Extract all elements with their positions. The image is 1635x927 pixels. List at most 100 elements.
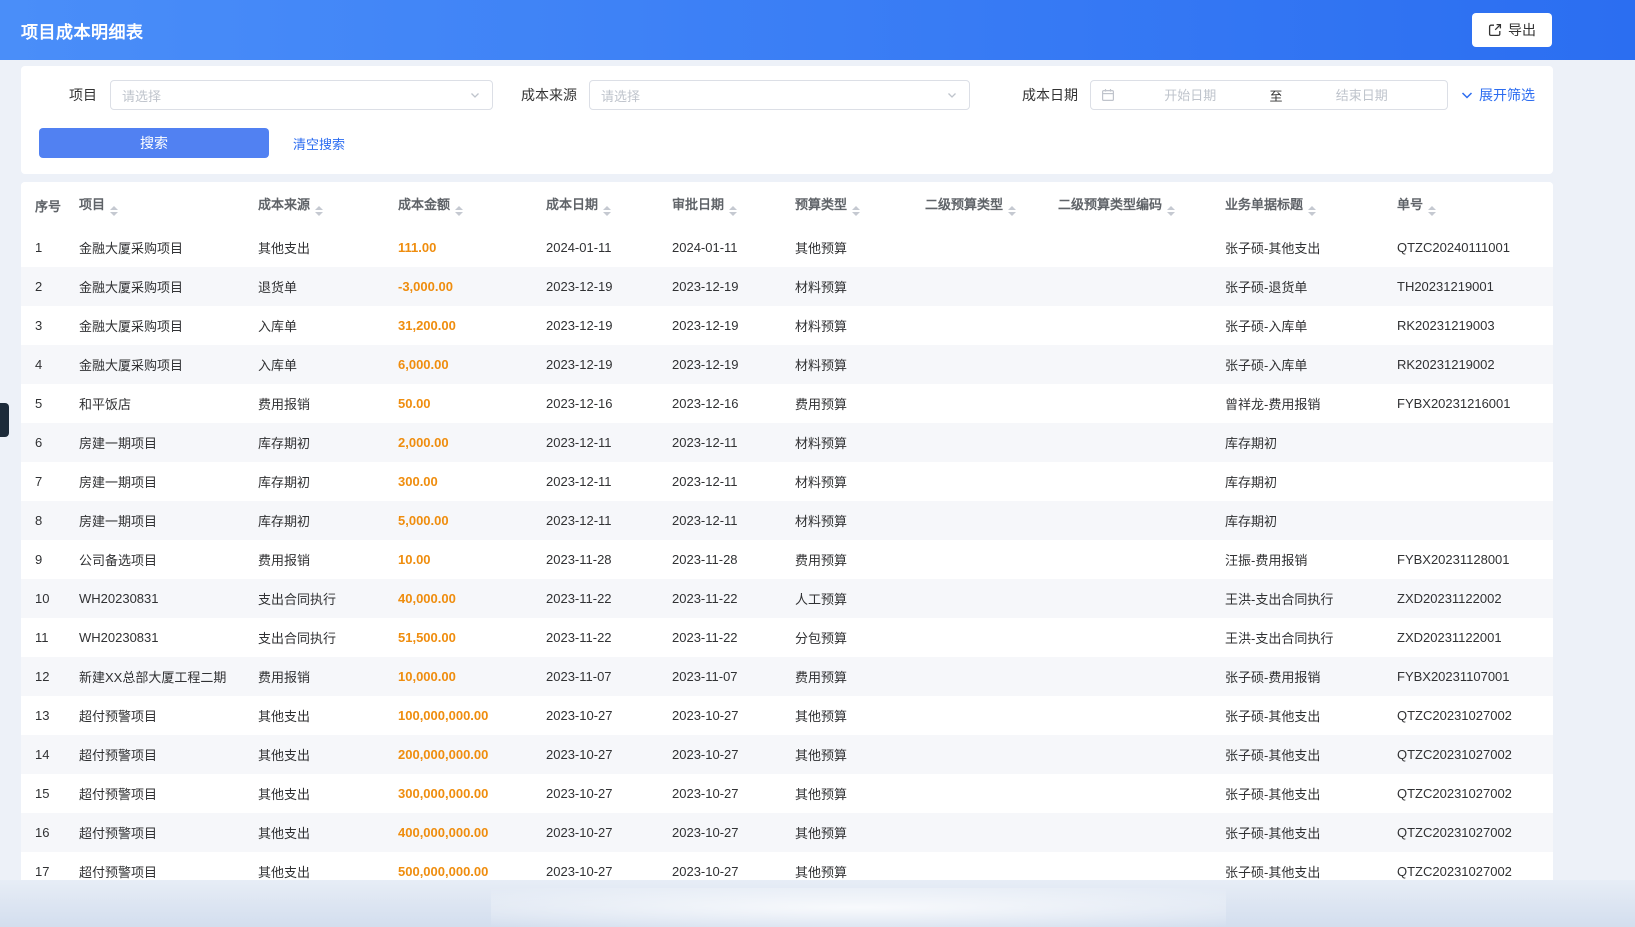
side-drawer-handle[interactable] [0,403,9,437]
sort-icon[interactable] [1008,206,1016,216]
sort-icon[interactable] [852,206,860,216]
column-header-approve-date[interactable]: 审批日期 [658,182,781,228]
cell-index: 8 [21,501,65,540]
sort-icon[interactable] [1428,206,1436,216]
cell-doc-no: QTZC20231027002 [1383,813,1553,852]
cell-index: 15 [21,774,65,813]
table-row[interactable]: 5和平饭店费用报销50.002023-12-162023-12-16费用预算曾祥… [21,384,1553,423]
column-header-label: 单号 [1397,197,1423,212]
sort-icon[interactable] [603,206,611,216]
clear-search-link[interactable]: 清空搜索 [293,134,345,153]
table-row[interactable]: 15超付预警项目其他支出300,000,000.002023-10-272023… [21,774,1553,813]
filter-actions-row: 搜索 清空搜索 [39,128,1535,158]
sort-icon[interactable] [1167,206,1175,216]
cell-approve-date: 2023-11-07 [658,657,781,696]
cell-sub-budget-type [911,228,1044,267]
date-filter-label: 成本日期 [1022,85,1078,105]
chevron-down-icon [1460,88,1474,102]
table-row[interactable]: 14超付预警项目其他支出200,000,000.002023-10-272023… [21,735,1553,774]
start-date-input[interactable] [1115,88,1266,103]
cell-cost-date: 2023-10-27 [532,852,658,882]
table-row[interactable]: 3金融大厦采购项目入库单31,200.002023-12-192023-12-1… [21,306,1553,345]
cell-sub-budget-code [1044,696,1211,735]
table-row[interactable]: 8房建一期项目库存期初5,000.002023-12-112023-12-11材… [21,501,1553,540]
cell-index: 9 [21,540,65,579]
cell-source: 其他支出 [244,852,384,882]
cell-source: 其他支出 [244,228,384,267]
cell-doc-title: 库存期初 [1211,423,1383,462]
table-row[interactable]: 4金融大厦采购项目入库单6,000.002023-12-192023-12-19… [21,345,1553,384]
cell-doc-title: 王洪-支出合同执行 [1211,618,1383,657]
cell-budget-type: 其他预算 [781,852,911,882]
table-row[interactable]: 6房建一期项目库存期初2,000.002023-12-112023-12-11材… [21,423,1553,462]
cell-sub-budget-type [911,501,1044,540]
cell-cost-date: 2023-11-07 [532,657,658,696]
cell-sub-budget-code [1044,306,1211,345]
column-header-amount[interactable]: 成本金额 [384,182,532,228]
table-header-row: 序号项目成本来源成本金额成本日期审批日期预算类型二级预算类型二级预算类型编码业务… [21,182,1553,228]
cell-index: 10 [21,579,65,618]
sort-icon[interactable] [729,206,737,216]
cell-sub-budget-type [911,345,1044,384]
chevron-down-icon [946,89,958,101]
cell-source: 入库单 [244,345,384,384]
table-row[interactable]: 13超付预警项目其他支出100,000,000.002023-10-272023… [21,696,1553,735]
cell-approve-date: 2024-01-11 [658,228,781,267]
cell-cost-date: 2023-11-22 [532,618,658,657]
search-button[interactable]: 搜索 [39,128,269,158]
table-row[interactable]: 16超付预警项目其他支出400,000,000.002023-10-272023… [21,813,1553,852]
cell-amount: 2,000.00 [384,423,532,462]
sort-icon[interactable] [1308,206,1316,216]
cell-project: WH20230831 [65,579,244,618]
source-select[interactable]: 请选择 [589,80,970,110]
sort-icon[interactable] [455,206,463,216]
cell-source: 费用报销 [244,540,384,579]
table-row[interactable]: 12新建XX总部大厦工程二期费用报销10,000.002023-11-07202… [21,657,1553,696]
table-row[interactable]: 11WH20230831支出合同执行51,500.002023-11-22202… [21,618,1553,657]
column-header-label: 成本日期 [546,197,598,212]
cell-amount: 111.00 [384,228,532,267]
cell-sub-budget-type [911,423,1044,462]
column-header-project[interactable]: 项目 [65,182,244,228]
export-button[interactable]: 导出 [1472,13,1552,47]
cell-sub-budget-code [1044,813,1211,852]
cell-source: 支出合同执行 [244,618,384,657]
sort-icon[interactable] [315,206,323,216]
column-header-budget-type[interactable]: 预算类型 [781,182,911,228]
end-date-input[interactable] [1287,88,1438,103]
column-header-sub-budget-code[interactable]: 二级预算类型编码 [1044,182,1211,228]
date-range-picker[interactable]: 至 [1090,80,1448,110]
cell-cost-date: 2023-12-19 [532,267,658,306]
cell-cost-date: 2023-11-28 [532,540,658,579]
cell-doc-title: 曾祥龙-费用报销 [1211,384,1383,423]
cell-budget-type: 材料预算 [781,267,911,306]
cell-cost-date: 2023-11-22 [532,579,658,618]
cell-project: 房建一期项目 [65,462,244,501]
table-row[interactable]: 10WH20230831支出合同执行40,000.002023-11-22202… [21,579,1553,618]
column-header-sub-budget-type[interactable]: 二级预算类型 [911,182,1044,228]
sort-icon[interactable] [110,206,118,216]
cell-doc-title: 张子硕-其他支出 [1211,813,1383,852]
cell-source: 其他支出 [244,696,384,735]
table-row[interactable]: 7房建一期项目库存期初300.002023-12-112023-12-11材料预… [21,462,1553,501]
column-header-source[interactable]: 成本来源 [244,182,384,228]
expand-filters-link[interactable]: 展开筛选 [1460,85,1535,105]
cell-amount: 5,000.00 [384,501,532,540]
cell-cost-date: 2023-10-27 [532,813,658,852]
cell-sub-budget-code [1044,345,1211,384]
table-row[interactable]: 9公司备选项目费用报销10.002023-11-282023-11-28费用预算… [21,540,1553,579]
column-header-doc-no[interactable]: 单号 [1383,182,1553,228]
cell-doc-no: TH20231219001 [1383,267,1553,306]
table-row[interactable]: 1金融大厦采购项目其他支出111.002024-01-112024-01-11其… [21,228,1553,267]
table-row[interactable]: 17超付预警项目其他支出500,000,000.002023-10-272023… [21,852,1553,882]
table-row[interactable]: 2金融大厦采购项目退货单-3,000.002023-12-192023-12-1… [21,267,1553,306]
cell-approve-date: 2023-10-27 [658,813,781,852]
cell-amount: 300,000,000.00 [384,774,532,813]
cell-doc-no: FYBX20231128001 [1383,540,1553,579]
column-header-doc-title[interactable]: 业务单据标题 [1211,182,1383,228]
project-select[interactable]: 请选择 [110,80,493,110]
cell-index: 11 [21,618,65,657]
page-background-strip [0,880,1635,927]
cell-index: 1 [21,228,65,267]
column-header-cost-date[interactable]: 成本日期 [532,182,658,228]
